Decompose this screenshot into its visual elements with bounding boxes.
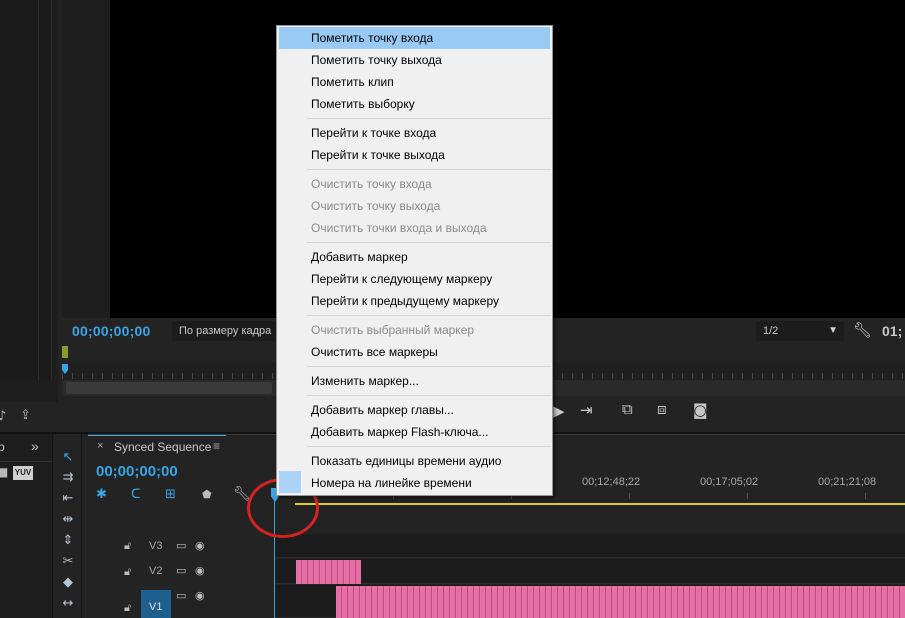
eye-icon[interactable]: ◉ [195,589,205,602]
project-panel-toolbar: ♪ ⇪ [0,402,58,432]
resolution-value: 1/2 [763,325,779,337]
menu-item-clear-in: Очистить точку входа [311,177,432,191]
rate-stretch-tool-icon[interactable]: ⇕ [58,533,78,551]
selection-tool-icon[interactable]: ↖ [58,450,78,468]
lock-icon[interactable]: 🔓︎ [124,601,131,615]
timeline-header-spacer [88,508,905,533]
menu-item-time-ruler-numbers[interactable]: Номера на линейке времени [279,472,550,494]
menu-item-mark-clip[interactable]: Пометить клип [279,71,550,93]
nest-icon[interactable]: ✱ [96,487,107,502]
linked-selection-icon[interactable]: ⊞ [165,487,176,502]
insert-icon[interactable]: ⧉ [622,400,633,418]
panel-divider [38,0,39,380]
overwrite-icon[interactable]: ⧈ [657,400,667,418]
scrollbar-thumb[interactable] [66,382,272,394]
menu-item-clear-selected-marker: Очистить выбранный маркер [311,323,475,337]
clip-v1[interactable] [336,586,905,618]
music-note-icon[interactable]: ♪ [0,409,6,424]
in-point-marker [62,346,68,358]
menu-separator [307,366,551,367]
fit-select[interactable]: По размеру кадра [172,321,276,341]
menu-item-add-flash-cue-marker[interactable]: Добавить маркер Flash-ключа... [279,421,550,443]
media-browser-panel: р » ■ YUV [0,434,52,618]
wrench-icon[interactable]: 🔧︎ [853,321,872,339]
track-label-v2[interactable]: V2 [149,565,162,577]
track-lane-v3[interactable] [275,534,905,558]
menu-item-clear-out: Очистить точку выхода [311,199,441,213]
source-end-timecode: 01; [882,323,903,339]
expand-panels-icon[interactable]: » [31,438,39,454]
sync-lock-icon[interactable]: ▭ [176,539,186,552]
menu-item-go-to-in[interactable]: Перейти к точке входа [279,122,550,144]
active-tab-indicator [88,435,226,436]
track-select-tool-icon[interactable]: ⇉ [58,470,78,488]
menu-item-go-to-out[interactable]: Перейти к точке выхода [279,144,550,166]
menu-item-mark-out[interactable]: Пометить точку выхода [279,49,550,71]
timeline-timecode[interactable]: 00;00;00;00 [96,463,178,480]
tools-panel: ↖ ⇉ ⇤ ⇹ ⇕ ✂ ◆ ↔ [52,434,82,618]
track-lane-v2[interactable] [275,559,905,584]
close-icon[interactable]: × [97,440,103,452]
checkmark-icon [279,471,301,493]
snap-icon[interactable]: ᑕ [131,487,141,502]
timeline-tab[interactable]: Synced Sequence [114,440,211,454]
lock-icon[interactable]: 🔓︎ [124,565,131,579]
slip-tool-icon[interactable]: ◆ [58,575,78,593]
menu-separator [307,395,551,396]
menu-separator [307,169,551,170]
step-forward-icon[interactable]: ⇥ [580,401,593,419]
menu-item-mark-selection[interactable]: Пометить выборку [279,93,550,115]
clip-v2[interactable] [296,560,361,584]
track-label-v1[interactable]: V1 [149,601,162,613]
menu-item-edit-marker[interactable]: Изменить маркер... [279,370,550,392]
resolution-select[interactable]: 1/2 ▼ [756,321,844,341]
ruler-label: 00;12;48;22 [582,476,641,488]
menu-item-add-marker[interactable]: Добавить маркер [279,246,550,268]
project-panel-body [0,0,52,380]
ruler-label: 00;17;05;02 [700,476,759,488]
menu-separator [307,315,551,316]
panel-tab-underline [0,461,52,462]
source-timecode[interactable]: 00;00;00;00 [72,323,150,339]
menu-item-previous-marker[interactable]: Перейти к предыдущему маркеру [279,290,550,312]
monitor-left-margin [62,0,110,318]
ruler-label: 00;21;21;08 [818,476,877,488]
menu-separator [307,242,551,243]
razor-tool-icon[interactable]: ✂ [58,554,78,572]
menu-separator [307,446,551,447]
export-icon[interactable]: ⇪ [20,408,31,423]
eye-icon[interactable]: ◉ [195,539,205,552]
rolling-edit-tool-icon[interactable]: ⇹ [58,512,78,530]
slide-tool-icon[interactable]: ↔ [58,596,78,614]
work-area-bar[interactable] [295,503,905,505]
panel-menu-icon[interactable]: ≡ [213,439,220,453]
lock-icon[interactable]: 🔓︎ [124,539,131,553]
track-label-v3[interactable]: V3 [149,540,162,552]
chevron-down-icon: ▼ [828,325,838,336]
list-view-icon[interactable]: ■ [0,465,8,479]
camera-icon[interactable]: ◙ [693,401,708,419]
menu-item-show-audio-units[interactable]: Показать единицы времени аудио [279,450,550,472]
context-menu: Пометить точку входа Пометить точку выхо… [276,25,553,496]
menu-item-next-marker[interactable]: Перейти к следующему маркеру [279,268,550,290]
panel-tab-fragment[interactable]: р [0,440,5,454]
menu-item-clear-all-markers[interactable]: Очистить все маркеры [279,341,550,363]
menu-item-clear-in-out: Очистить точки входа и выхода [311,221,487,235]
yuv-icon[interactable]: YUV [13,466,33,480]
sync-lock-icon[interactable]: ▭ [176,564,186,577]
project-panel [0,0,58,432]
add-marker-icon[interactable]: ⬟ [202,488,212,501]
sync-lock-icon[interactable]: ▭ [176,589,186,602]
menu-separator [307,118,551,119]
menu-item-mark-in[interactable]: Пометить точку входа [279,27,550,49]
eye-icon[interactable]: ◉ [195,564,205,577]
menu-item-add-chapter-marker[interactable]: Добавить маркер главы... [279,399,550,421]
ripple-edit-tool-icon[interactable]: ⇤ [58,491,78,509]
play-icon[interactable]: ▶ [553,402,565,420]
